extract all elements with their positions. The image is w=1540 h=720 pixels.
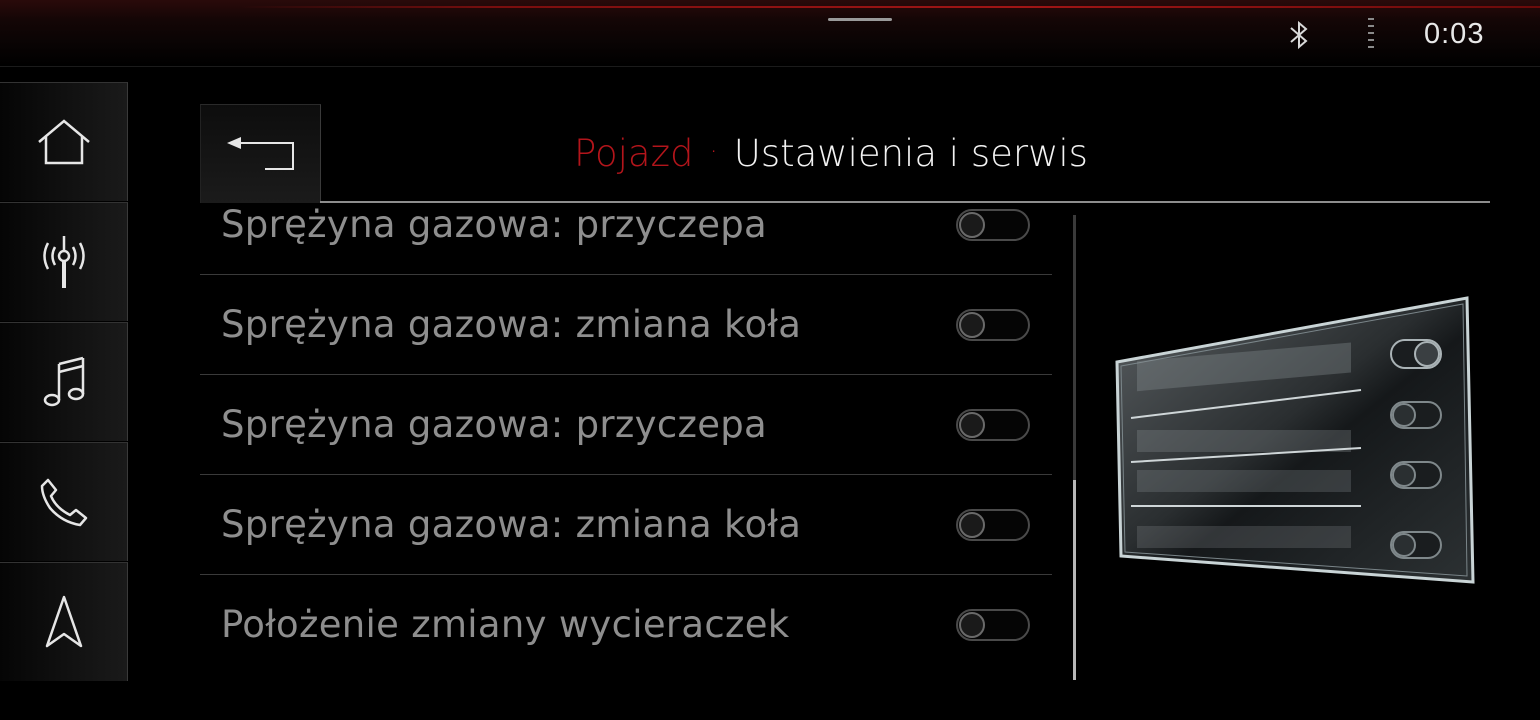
- breadcrumb-current: Ustawienia i serwis: [733, 132, 1088, 175]
- toggle-knob: [959, 512, 985, 538]
- list-item-label: Położenie zmiany wycieraczek: [221, 603, 790, 646]
- scrollbar-thumb[interactable]: [1073, 480, 1076, 680]
- nav-radio-button[interactable]: [0, 202, 128, 321]
- radio-antenna-icon: [42, 236, 85, 288]
- toggle-knob: [959, 612, 985, 638]
- list-item-label: Sprężyna gazowa: zmiana koła: [221, 503, 802, 546]
- main-nav: [0, 82, 128, 681]
- toggle-knob: [959, 312, 985, 338]
- toggle-switch[interactable]: [956, 209, 1030, 241]
- toggle-switch[interactable]: [956, 409, 1030, 441]
- list-item-label: Sprężyna gazowa: zmiana koła: [221, 303, 802, 346]
- back-button[interactable]: [200, 104, 321, 203]
- toggle-switch[interactable]: [956, 609, 1030, 641]
- music-note-icon: [43, 356, 84, 407]
- signal-strength-icon: [1368, 18, 1374, 48]
- nav-phone-button[interactable]: [0, 442, 128, 561]
- pull-down-handle[interactable]: [828, 18, 892, 21]
- list-item[interactable]: Sprężyna gazowa: przyczepa: [200, 203, 1052, 275]
- settings-list: Sprężyna gazowa: przyczepa Sprężyna gazo…: [200, 203, 1052, 680]
- breadcrumb-separator: ·: [709, 136, 718, 167]
- page-title: Pojazd · Ustawienia i serwis: [574, 132, 1088, 175]
- settings-screen-illustration: [1115, 296, 1475, 584]
- list-item[interactable]: Sprężyna gazowa: zmiana koła: [200, 475, 1052, 575]
- list-item[interactable]: Sprężyna gazowa: zmiana koła: [200, 275, 1052, 375]
- toggle-switch[interactable]: [956, 509, 1030, 541]
- list-item[interactable]: Położenie zmiany wycieraczek: [200, 575, 1052, 675]
- breadcrumb-parent[interactable]: Pojazd: [574, 132, 694, 175]
- phone-icon: [40, 478, 87, 527]
- navigation-arrow-icon: [45, 595, 82, 648]
- nav-media-button[interactable]: [0, 322, 128, 441]
- bluetooth-icon: [1290, 20, 1308, 50]
- toggle-switch[interactable]: [956, 309, 1030, 341]
- list-item-label: Sprężyna gazowa: przyczepa: [221, 403, 768, 446]
- toggle-knob: [959, 412, 985, 438]
- clock: 0:03: [1424, 18, 1485, 50]
- list-item[interactable]: Sprężyna gazowa: przyczepa: [200, 375, 1052, 475]
- home-icon: [37, 119, 90, 165]
- toggle-knob: [959, 212, 985, 238]
- status-bar: 0:03: [0, 0, 1540, 67]
- accent-line: [240, 6, 1540, 8]
- nav-home-button[interactable]: [0, 82, 128, 201]
- nav-navigation-button[interactable]: [0, 562, 128, 681]
- back-arrow-icon: [227, 137, 294, 170]
- list-item-label: Sprężyna gazowa: przyczepa: [221, 203, 768, 246]
